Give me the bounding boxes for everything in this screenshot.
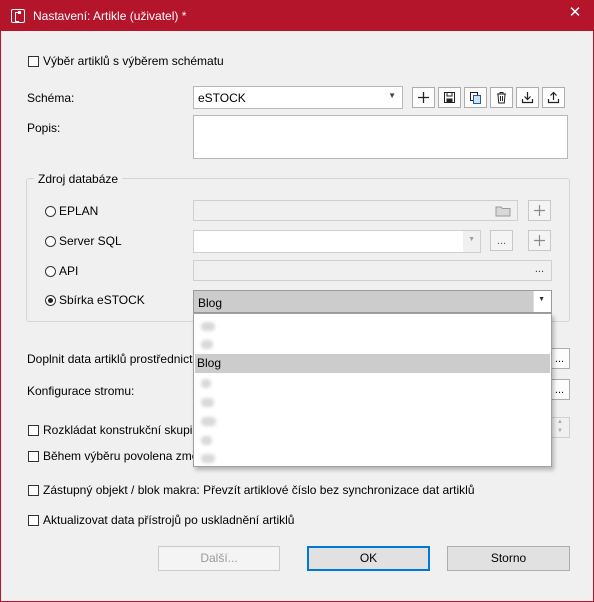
update-devices-label: Aktualizovat data přístrojů po uskladněn…: [43, 513, 295, 527]
placeholder-object-checkbox[interactable]: [28, 485, 39, 496]
plus-icon: [418, 92, 429, 103]
radio-api-label: API: [59, 264, 79, 278]
radio-server-sql-label: Server SQL: [59, 234, 122, 248]
sql-server-dropdown[interactable]: ▼: [193, 230, 481, 253]
spinner-up-icon: ▲: [557, 419, 563, 425]
list-item[interactable]: [195, 374, 550, 393]
estock-collection-value: Blog: [198, 296, 223, 310]
schema-label: Schéma:: [27, 91, 75, 105]
add-sql-button[interactable]: [528, 230, 551, 251]
new-schema-button[interactable]: [412, 87, 435, 108]
import-icon: [521, 92, 534, 104]
chevron-down-icon: ▼: [538, 296, 545, 303]
api-field[interactable]: ...: [193, 260, 552, 281]
radio-estock-label: Sbírka eSTOCK: [59, 293, 145, 307]
tree-config-label: Konfigurace stromu:: [27, 384, 135, 398]
radio-eplan-label: EPLAN: [59, 204, 99, 218]
supplement-label: Doplnit data artiklů prostřednict: [27, 352, 193, 366]
list-item[interactable]: [195, 412, 550, 431]
placeholder-object-label: Zástupný objekt / blok makra: Převzít ar…: [43, 483, 475, 497]
list-item[interactable]: [195, 449, 550, 468]
list-item[interactable]: [195, 431, 550, 450]
export-icon: [547, 91, 560, 104]
schema-select-label: Výběr artiklů s výběrem schématu: [43, 54, 224, 68]
radio-eplan[interactable]: [45, 206, 56, 217]
supplement-button[interactable]: ...: [549, 348, 570, 369]
tree-config-button[interactable]: ...: [549, 379, 570, 400]
plus-icon: [534, 205, 545, 216]
copy-icon: [470, 92, 481, 104]
decompose-assemblies-label: Rozkládat konstrukční skupin: [43, 423, 200, 437]
list-item[interactable]: [195, 393, 550, 412]
list-item[interactable]: [195, 335, 550, 354]
radio-api[interactable]: [45, 266, 56, 277]
chevron-down-icon: ▼: [468, 236, 475, 243]
delete-icon: [497, 92, 506, 104]
export-schema-button[interactable]: [542, 87, 565, 108]
eplan-path-field[interactable]: [193, 200, 518, 221]
folder-icon: [495, 206, 511, 217]
api-browse-button[interactable]: ...: [535, 263, 544, 275]
close-button[interactable]: ✕: [557, 1, 593, 27]
decompose-assemblies-checkbox[interactable]: [28, 425, 39, 436]
schema-value: eSTOCK: [198, 91, 246, 105]
radio-server-sql[interactable]: [45, 236, 56, 247]
radio-estock-collection[interactable]: [45, 295, 56, 306]
app-logo-icon: [11, 9, 25, 23]
list-item[interactable]: [195, 317, 550, 336]
allow-change-checkbox[interactable]: [28, 451, 39, 462]
estock-collection-list[interactable]: Blog: [193, 313, 552, 467]
cancel-button[interactable]: Storno: [447, 546, 570, 571]
estock-collection-dropdown[interactable]: Blog ▼: [193, 290, 552, 313]
list-item-selected[interactable]: Blog: [195, 354, 550, 373]
save-icon: [444, 92, 455, 103]
sql-browse-button[interactable]: ...: [490, 230, 513, 251]
plus-icon: [534, 235, 545, 246]
chevron-down-icon: ▼: [388, 91, 396, 100]
import-schema-button[interactable]: [516, 87, 539, 108]
update-devices-checkbox[interactable]: [28, 515, 39, 526]
settings-dialog: Nastavení: Artikle (uživatel) * ✕ Výběr …: [0, 0, 594, 602]
description-label: Popis:: [27, 121, 61, 135]
db-source-title: Zdroj databáze: [34, 172, 123, 186]
level-spinner[interactable]: ▲ ▼: [551, 417, 570, 438]
schema-select-checkbox[interactable]: [28, 56, 39, 67]
copy-schema-button[interactable]: [464, 87, 487, 108]
allow-change-label: Během výběru povolena změ: [43, 449, 199, 463]
add-eplan-button[interactable]: [528, 200, 551, 221]
delete-schema-button[interactable]: [490, 87, 513, 108]
schema-dropdown[interactable]: eSTOCK ▼: [193, 86, 403, 109]
window-title: Nastavení: Artikle (uživatel) *: [33, 9, 187, 23]
description-field[interactable]: [193, 115, 568, 159]
ok-button[interactable]: OK: [307, 546, 430, 571]
next-button[interactable]: Další...: [158, 546, 280, 571]
spinner-down-icon: ▼: [557, 428, 563, 434]
save-schema-button[interactable]: [438, 87, 461, 108]
title-bar[interactable]: Nastavení: Artikle (uživatel) * ✕: [1, 1, 593, 31]
